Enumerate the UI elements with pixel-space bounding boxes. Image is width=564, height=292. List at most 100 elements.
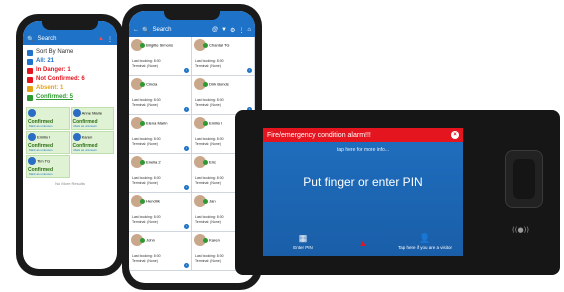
search-label[interactable]: Search: [37, 36, 56, 42]
enter-pin-label: Enter PIN: [293, 245, 313, 250]
person-name: Enelia 2: [146, 159, 161, 165]
avatar: [28, 133, 36, 141]
person-name: Emilio I: [209, 120, 223, 126]
info-icon[interactable]: i: [184, 224, 189, 229]
search-icon[interactable]: 🔍: [142, 27, 149, 34]
person-name: Karen: [209, 237, 220, 243]
confirmed-grid: Confirmed Mark as unknown Anne Marie Confi…: [26, 107, 114, 178]
filter-absent[interactable]: Absent: 1: [27, 84, 113, 93]
mark-unknown-link[interactable]: Mark as unknown: [74, 148, 98, 152]
presence-dot: [140, 120, 145, 126]
absent-icon: [27, 85, 33, 92]
presence-dot: [203, 120, 208, 126]
filter-label: Confirmed: 5: [36, 94, 74, 100]
person-card[interactable]: Tim TG Confirmed Mark as unknown: [26, 155, 70, 178]
close-icon[interactable]: ×: [451, 131, 459, 139]
filter-label: Sort By Name: [36, 49, 74, 55]
fingerprint-scanner[interactable]: [505, 150, 543, 208]
visitor-icon: 👤: [419, 233, 431, 243]
person-card[interactable]: Confirmed Mark as unknown: [26, 107, 70, 130]
mark-unknown-link[interactable]: Mark as unknown: [29, 172, 53, 176]
terminal-text: Terminal: (None): [195, 220, 221, 224]
presence-dot: [203, 159, 208, 165]
time-terminal-device: Fire/emergency condition alarm!!! × tap …: [235, 110, 560, 275]
sort-icon: [27, 49, 33, 56]
nfc-reader-icon[interactable]: ((●)): [512, 226, 529, 234]
menu-icon[interactable]: ⋮: [238, 27, 244, 34]
presence-dot: [203, 237, 208, 243]
person-card[interactable]: Emilio I Confirmed Mark as unknown: [26, 131, 70, 154]
search-label[interactable]: Search: [152, 27, 171, 33]
person-card[interactable]: John Last booking: 8:00 Terminal: (None) i: [129, 232, 192, 271]
enter-pin-button[interactable]: ▦ Enter PIN: [273, 233, 333, 250]
left-phone-screen: 🔍 Search ▲ ⋮ Sort By Name All: 21 In Dan…: [23, 21, 117, 269]
person-card[interactable]: Hendrik Last booking: 8:00 Terminal: (None…: [129, 193, 192, 232]
mark-unknown-link[interactable]: Mark as unknown: [74, 124, 98, 128]
filter-all[interactable]: All: 21: [27, 57, 113, 66]
visitor-label: Tap here if you are a visitor: [397, 245, 453, 250]
person-name: Dirk Bonds: [209, 81, 229, 87]
filter-in-danger[interactable]: In Danger: 1: [27, 66, 113, 75]
terminal-text: Terminal: (None): [132, 220, 158, 224]
person-card[interactable]: Chantal TG Last booking: 8:00 Terminal: (N…: [192, 37, 255, 76]
filter-confirmed[interactable]: Confirmed: 5: [27, 93, 113, 102]
search-icon[interactable]: 🔍: [27, 36, 34, 43]
visitor-button[interactable]: 👤 Tap here if you are a visitor: [395, 233, 455, 250]
menu-icon[interactable]: ⋮: [107, 36, 113, 43]
person-name: Cincia: [146, 81, 158, 87]
person-card[interactable]: Enelia 2 Last booking: 8:00 Terminal: (Non…: [129, 154, 192, 193]
person-name: Jan: [209, 198, 216, 204]
alarm-button[interactable]: ▲: [333, 238, 393, 250]
filter-sort[interactable]: Sort By Name: [27, 48, 113, 57]
phone-notch: [42, 21, 98, 30]
filter-icon[interactable]: ▼: [221, 27, 227, 33]
terminal-text: Terminal: (None): [195, 181, 221, 185]
person-name: Chantal TG: [209, 42, 230, 48]
filter-not-confirmed[interactable]: Not Confirmed: 6: [27, 75, 113, 84]
person-card[interactable]: Anne Marie Confirmed Mark as unknown: [70, 107, 114, 130]
filter-label: Absent: 1: [36, 85, 64, 91]
avatar: [28, 109, 36, 117]
person-name: Emilio I: [37, 134, 51, 140]
presence-dot: [203, 42, 208, 48]
avatar: [72, 109, 81, 117]
person-card[interactable]: Karen Confirmed Mark as unknown: [70, 131, 114, 154]
terminal-text: Terminal: (None): [195, 142, 221, 146]
at-icon[interactable]: @: [212, 27, 218, 33]
alert-icon[interactable]: ▲: [98, 36, 104, 42]
not-confirmed-icon: [27, 76, 33, 83]
presence-dot: [140, 42, 145, 48]
left-phone: 🔍 Search ▲ ⋮ Sort By Name All: 21 In Dan…: [16, 14, 124, 276]
presence-dot: [140, 81, 145, 87]
person-card[interactable]: Cincia Last booking: 8:00 Terminal: (None)…: [129, 76, 192, 115]
person-name: Eric: [209, 159, 217, 165]
phone-notch: [164, 11, 220, 20]
mark-unknown-link[interactable]: Mark as unknown: [29, 148, 53, 152]
info-icon[interactable]: i: [184, 263, 189, 268]
presence-dot: [203, 81, 208, 87]
settings-icon[interactable]: ⚙: [230, 27, 235, 34]
person-name: Karen: [81, 134, 93, 140]
info-icon[interactable]: i: [184, 68, 189, 73]
all-icon: [27, 58, 33, 65]
person-name: John: [146, 237, 155, 243]
danger-icon: [27, 67, 33, 74]
terminal-text: Terminal: (None): [132, 181, 158, 185]
person-card[interactable]: Elena Marin Last booking: 8:00 Terminal: (…: [129, 115, 192, 154]
home-icon[interactable]: ⌂: [247, 27, 251, 33]
person-card[interactable]: Brigitte Simons Last booking: 8:00 Termina…: [129, 37, 192, 76]
info-icon[interactable]: i: [247, 68, 252, 73]
info-icon[interactable]: i: [184, 146, 189, 151]
mark-unknown-link[interactable]: Mark as unknown: [29, 124, 53, 128]
info-icon[interactable]: i: [184, 185, 189, 190]
back-arrow-icon[interactable]: ←: [133, 27, 139, 33]
terminal-screen: Fire/emergency condition alarm!!! × tap …: [263, 128, 463, 256]
more-info-link[interactable]: tap here for more info...: [263, 147, 463, 153]
terminal-text: Terminal: (None): [195, 64, 221, 68]
warning-icon: ▲: [358, 238, 368, 248]
terminal-text: Terminal: (None): [132, 259, 158, 263]
app-bar: 🔍 Search ▲ ⋮: [23, 33, 117, 45]
alarm-banner[interactable]: Fire/emergency condition alarm!!! ×: [263, 128, 463, 142]
info-icon[interactable]: i: [184, 107, 189, 112]
terminal-text: Terminal: (None): [132, 142, 158, 146]
